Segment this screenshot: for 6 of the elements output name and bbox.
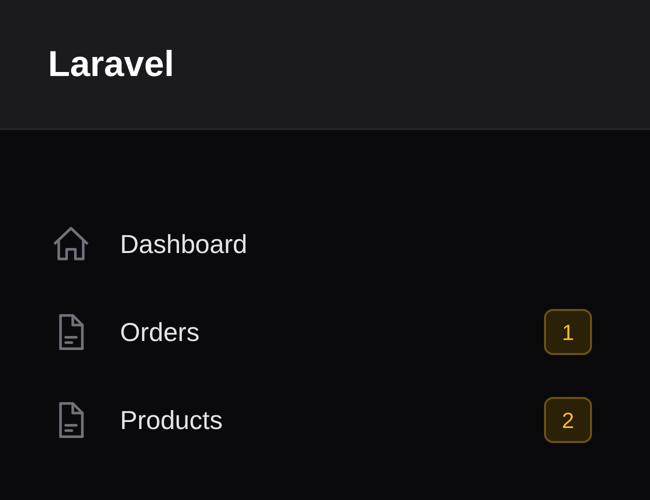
nav-link[interactable]: Dashboard	[120, 224, 248, 264]
nav-link[interactable]: Orders	[120, 312, 200, 352]
brand-title[interactable]: Laravel	[48, 37, 174, 91]
count-badge: 1	[544, 309, 592, 355]
nav-link[interactable]: Products	[120, 400, 223, 440]
count-badge: 2	[544, 397, 592, 443]
